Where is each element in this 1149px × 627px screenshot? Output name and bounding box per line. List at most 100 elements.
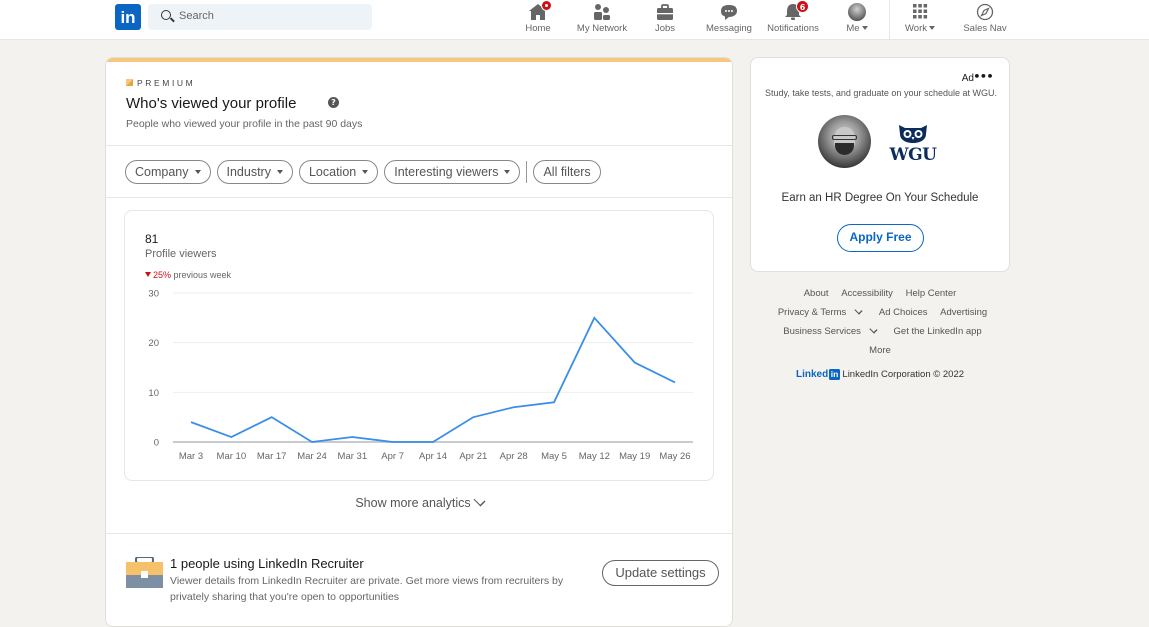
grid-icon [909, 3, 931, 21]
filter-divider [526, 161, 528, 183]
x-tick-label: Mar 3 [179, 451, 203, 462]
caret-down-icon [861, 26, 868, 31]
photo-glasses [832, 135, 857, 140]
footer-row: More [750, 344, 1010, 363]
x-tick-label: Mar 10 [217, 451, 247, 462]
ad-headline: Earn an HR Degree On Your Schedule [781, 192, 979, 204]
photo-beard [835, 143, 854, 155]
viewers-chart-card: 81 Profile viewers 25% previous week 0 10… [124, 210, 714, 481]
nav-jobs[interactable]: Jobs [651, 0, 679, 40]
footer-link-accessibility[interactable]: Accessibility [841, 288, 893, 299]
wgu-wordmark: WGU [889, 145, 937, 165]
linkedin-logo[interactable]: in [115, 4, 141, 30]
page-title: Who's viewed your profile [126, 95, 297, 112]
chevron-down-icon [854, 306, 863, 315]
all-filters-button[interactable]: All filters [533, 160, 601, 184]
x-tick-label: Apr 7 [381, 451, 404, 462]
profile-views-card: PREMIUM Who's viewed your profile ? Peop… [105, 57, 733, 627]
top-navigation-bar: in Search Home My Network Jobs Messaging… [0, 0, 1149, 40]
compass-icon [974, 3, 996, 21]
y-tick-label: 20 [148, 338, 159, 349]
x-tick-label: Apr 14 [419, 451, 447, 462]
caret-down-icon [929, 26, 935, 31]
search-input[interactable]: Search [148, 4, 372, 30]
wgu-logo[interactable]: WGU [887, 124, 939, 168]
ad-label: Ad [961, 73, 974, 84]
people-icon [591, 3, 613, 21]
x-tick-label: Apr 21 [459, 451, 487, 462]
premium-icon [126, 79, 133, 86]
nav-sales-nav[interactable]: Sales Nav [962, 0, 1008, 40]
premium-label: PREMIUM [126, 78, 195, 88]
nav-notifications[interactable]: 6 Notifications [765, 0, 821, 40]
nav-home[interactable]: Home [521, 0, 555, 40]
footer-links: About Accessibility Help Center Privacy … [750, 287, 1010, 380]
footer-row: Business Services Get the LinkedIn app [750, 325, 1010, 344]
copyright: Linked in LinkedIn Corporation © 2022 [750, 369, 1010, 380]
filter-bar: Company Industry Location Interesting vi… [125, 160, 607, 184]
filter-location[interactable]: Location [298, 160, 379, 184]
footer-row: About Accessibility Help Center [750, 287, 1010, 306]
footer-link-ad-choices[interactable]: Ad Choices [879, 307, 928, 318]
filter-interesting-viewers[interactable]: Interesting viewers [384, 160, 521, 184]
nav-my-network[interactable]: My Network [573, 0, 631, 40]
footer-link-advertising[interactable]: Advertising [940, 307, 987, 318]
x-tick-label: May 12 [579, 451, 610, 462]
help-icon[interactable]: ? [328, 97, 339, 108]
apply-free-button[interactable]: Apply Free [837, 224, 924, 252]
show-more-analytics-button[interactable]: Show more analytics [106, 494, 732, 510]
nav-notifications-label: Notifications [767, 23, 819, 34]
nav-me-label: Me [842, 23, 872, 34]
footer-link-privacy-terms[interactable]: Privacy & Terms [773, 306, 866, 318]
footer-row: Privacy & Terms Ad Choices Advertising [750, 306, 1010, 325]
update-settings-button[interactable]: Update settings [602, 560, 719, 586]
footer-link-help-center[interactable]: Help Center [906, 288, 957, 299]
footer-link-more[interactable]: More [869, 345, 891, 356]
home-icon [527, 0, 552, 21]
chevron-down-icon [869, 325, 878, 334]
footer-link-about[interactable]: About [804, 288, 829, 299]
nav-work[interactable]: Work [902, 0, 938, 40]
bell-icon: 6 [782, 0, 809, 21]
x-tick-label: May 19 [619, 451, 650, 462]
profile-viewers-line-chart: 0 10 20 30 Mar 3 Mar 10 Mar 17 Mar 24 Mar 31 Apr … [148, 289, 693, 462]
x-tick-label: May 26 [659, 451, 690, 462]
ad-card: Ad ••• Study, take tests, and graduate o… [750, 57, 1010, 272]
premium-accent-bar [106, 58, 732, 62]
recruiter-description: Viewer details from LinkedIn Recruiter a… [170, 575, 564, 603]
filter-industry[interactable]: Industry [216, 160, 293, 184]
x-tick-label: Mar 17 [257, 451, 287, 462]
page-subtitle: People who viewed your profile in the pa… [126, 118, 363, 130]
search-icon [161, 10, 171, 20]
nav-messaging[interactable]: Messaging [705, 0, 753, 40]
notifications-badge: 6 [796, 0, 809, 13]
home-notification-dot [541, 0, 552, 11]
caret-down-icon [504, 170, 511, 174]
briefcase-icon [654, 3, 676, 21]
user-photo [818, 115, 871, 168]
nav-home-label: Home [525, 23, 551, 34]
footer-link-get-app[interactable]: Get the LinkedIn app [894, 326, 982, 337]
x-tick-label: May 5 [541, 451, 567, 462]
avatar-icon [848, 3, 866, 21]
x-tick-label: Mar 31 [338, 451, 368, 462]
recruiter-title: 1 people using LinkedIn Recruiter [170, 556, 364, 571]
more-options-icon[interactable]: ••• [973, 70, 993, 83]
chat-icon [718, 3, 740, 21]
filter-company[interactable]: Company [125, 160, 211, 184]
caret-down-icon [194, 170, 201, 174]
caret-down-icon [362, 170, 369, 174]
nav-sales-nav-label: Sales Nav [963, 23, 1007, 34]
footer-link-business-services[interactable]: Business Services [778, 325, 881, 337]
chevron-down-icon [473, 494, 486, 507]
footer-linkedin-logo: Linked in [795, 369, 840, 380]
y-tick-label: 30 [148, 289, 159, 300]
recruiter-briefcase-icon [126, 556, 163, 589]
search-placeholder: Search [179, 10, 214, 22]
x-tick-label: Apr 28 [500, 451, 528, 462]
ad-text: Study, take tests, and graduate on your … [765, 88, 997, 98]
recruiter-section: 1 people using LinkedIn Recruiter Viewer… [106, 533, 732, 626]
nav-me[interactable]: Me [842, 0, 872, 40]
nav-messaging-label: Messaging [706, 23, 752, 34]
y-tick-label: 0 [154, 438, 159, 449]
